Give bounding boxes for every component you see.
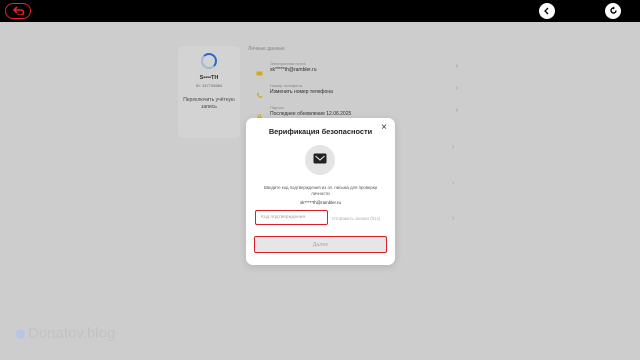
back-arrow-icon (11, 2, 25, 20)
chevron-left-icon (543, 2, 551, 20)
masked-email: sk*****th@rambler.ru (300, 200, 341, 205)
envelope-icon (313, 151, 327, 169)
security-verification-dialog: Верификация безопасности × Введите код п… (246, 118, 395, 265)
refresh-button[interactable] (605, 3, 621, 19)
envelope-badge (305, 145, 335, 175)
nav-back-button[interactable] (539, 3, 555, 19)
top-bar (0, 0, 640, 22)
watermark-logo-icon (16, 328, 25, 339)
instruction-text: Введите код подтверждения из эл. письма … (263, 185, 378, 196)
watermark: Donatov.blog (16, 325, 115, 342)
resend-code-link[interactable]: Отправить заново (51s) (332, 216, 380, 221)
watermark-text: Donatov.blog (28, 325, 116, 342)
close-icon[interactable]: × (381, 123, 387, 133)
dialog-title: Верификация безопасности (268, 127, 373, 136)
refresh-icon (609, 2, 618, 20)
verification-code-input[interactable] (255, 210, 328, 225)
back-button[interactable] (5, 3, 31, 19)
next-button[interactable]: Далее (254, 236, 387, 253)
